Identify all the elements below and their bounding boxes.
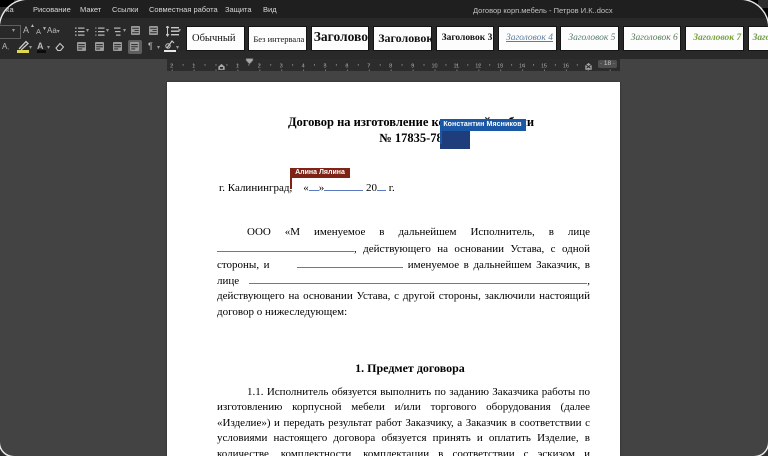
- svg-text:14: 14: [519, 64, 525, 70]
- svg-text:2: 2: [258, 64, 261, 70]
- svg-text:2: 2: [170, 64, 173, 70]
- svg-text:7: 7: [367, 64, 370, 70]
- svg-text:1: 1: [236, 64, 239, 70]
